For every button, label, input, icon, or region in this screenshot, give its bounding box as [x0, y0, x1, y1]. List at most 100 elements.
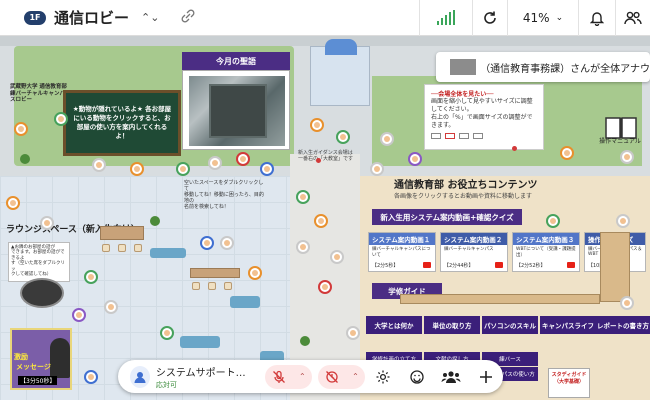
user-avatar[interactable]: [130, 162, 144, 176]
chair[interactable]: [192, 282, 200, 290]
camera-off-icon: [325, 370, 338, 383]
announcement-text: （通信教育事務課）さんが全体アナウ: [480, 63, 650, 75]
user-avatar[interactable]: [72, 308, 86, 322]
reaction-button[interactable]: [400, 360, 434, 393]
sofa[interactable]: [150, 248, 186, 258]
user-avatar[interactable]: [620, 150, 634, 164]
shelf: [600, 232, 630, 302]
user-avatar[interactable]: [260, 162, 274, 176]
mic-off-icon: [272, 370, 285, 383]
settings-button[interactable]: [365, 360, 399, 393]
school-building[interactable]: [310, 39, 370, 106]
group-button[interactable]: [434, 360, 468, 393]
manual-label: 操作マニュアル: [599, 138, 641, 145]
sofa[interactable]: [180, 336, 220, 348]
user-avatar[interactable]: [318, 280, 332, 294]
user-avatar[interactable]: [160, 326, 174, 340]
floor-badge[interactable]: 1F: [24, 10, 46, 25]
mic-toggle[interactable]: ⌃: [265, 364, 313, 389]
message-video-card[interactable]: 激励 メッセージ 【3分50秒】: [10, 328, 72, 390]
user-avatar[interactable]: [248, 266, 262, 280]
guide-card[interactable]: 単位の取り方: [424, 316, 480, 334]
table[interactable]: [100, 226, 144, 240]
user-name: システムサポート…: [155, 367, 246, 379]
room-title[interactable]: 通信ロビー: [54, 7, 129, 28]
table[interactable]: [190, 268, 240, 278]
user-avatar[interactable]: [296, 240, 310, 254]
chair[interactable]: [208, 282, 216, 290]
chevron-up-icon[interactable]: ⌃: [352, 372, 359, 381]
month-title: 今月の聖語: [182, 52, 290, 70]
virtual-map[interactable]: 武蔵野大学 通信教育部 練バーチャルキャンパスロビー ★動物が隠れているよ★ 各…: [0, 36, 650, 400]
user-avatar[interactable]: [84, 370, 98, 384]
user-avatar[interactable]: [236, 152, 250, 166]
room-switch-chevron-icon[interactable]: ⌃⌄: [141, 11, 159, 24]
chair[interactable]: [224, 282, 232, 290]
add-button[interactable]: [469, 360, 503, 393]
chair[interactable]: [102, 244, 110, 252]
user-avatar[interactable]: [14, 122, 28, 136]
user-avatar[interactable]: [370, 162, 384, 176]
manual-book-icon[interactable]: [604, 114, 644, 154]
user-avatar[interactable]: [310, 118, 324, 132]
monthly-quote-photo[interactable]: [182, 70, 290, 150]
youtube-icon: [495, 262, 503, 268]
connection-signal-icon[interactable]: [420, 0, 472, 36]
user-avatar[interactable]: [620, 296, 634, 310]
participants-button[interactable]: [616, 0, 650, 36]
chair[interactable]: [118, 244, 126, 252]
user-status: 応対可: [155, 380, 177, 389]
round-table[interactable]: [20, 278, 64, 308]
chevron-up-icon[interactable]: ⌃: [299, 372, 306, 381]
user-avatar[interactable]: [296, 190, 310, 204]
user-avatar[interactable]: [200, 236, 214, 250]
plant: [20, 154, 30, 164]
reload-button[interactable]: [473, 0, 507, 36]
video-card[interactable]: システム案内動画３ WBTについて（受講・課題提出） 【2分52秒】: [512, 232, 580, 272]
user-avatar[interactable]: [220, 236, 234, 250]
study-guide-card[interactable]: スタディガイド（大学基礎）: [548, 368, 590, 398]
user-avatar[interactable]: [330, 250, 344, 264]
plant: [150, 216, 160, 226]
smile-icon: [410, 369, 424, 384]
announcement-banner[interactable]: （通信教育事務課）さんが全体アナウ: [436, 52, 650, 82]
user-avatar[interactable]: [84, 270, 98, 284]
user-avatar[interactable]: [208, 156, 222, 170]
blackboard[interactable]: ★動物が隠れているよ★ 各お部屋にいる動物をクリックすると、お部屋の使い方を案内…: [63, 90, 181, 156]
video-card[interactable]: システム案内動画１ 練バーチャルキャンパスについて 【2分5秒】: [368, 232, 436, 272]
zoom-select[interactable]: 41% ⌄: [508, 0, 578, 36]
user-avatar[interactable]: [346, 326, 360, 340]
user-avatar[interactable]: [380, 132, 394, 146]
camera-toggle[interactable]: ⌃: [318, 364, 366, 389]
guide-card[interactable]: パソコンのスキル: [482, 316, 538, 334]
user-avatar[interactable]: [408, 152, 422, 166]
user-avatar[interactable]: [92, 158, 106, 172]
user-avatar[interactable]: [546, 214, 560, 228]
navigation-hint: 空いたスペースをダブルクリックして 移動してね！移動に困ったら、目的地の 名前を…: [184, 180, 264, 210]
video-card[interactable]: システム案内動画２ 練バーチャルキャンパス 【2分44秒】: [440, 232, 508, 272]
user-icon: [134, 371, 146, 383]
user-avatar[interactable]: [336, 130, 350, 144]
zoom-info-card[interactable]: ──会場全体を見たい── 画面を縮小して見やすいサイズに調整 してください。 右…: [424, 84, 544, 150]
link-icon[interactable]: [181, 8, 195, 27]
gear-icon: [376, 370, 390, 383]
user-avatar[interactable]: [560, 146, 574, 160]
chair[interactable]: [134, 244, 142, 252]
user-name-status[interactable]: システムサポート… 応対可: [156, 364, 257, 390]
guide-card[interactable]: 大学とは何か: [366, 316, 422, 334]
user-avatar[interactable]: [130, 365, 150, 388]
user-avatar[interactable]: [6, 196, 20, 210]
user-avatar[interactable]: [104, 300, 118, 314]
user-avatar[interactable]: [54, 112, 68, 126]
chevron-down-icon: ⌄: [555, 13, 564, 23]
user-avatar[interactable]: [40, 216, 54, 230]
guide-card[interactable]: レポートの書き方: [596, 316, 650, 334]
user-avatar[interactable]: [176, 162, 190, 176]
user-avatar[interactable]: [616, 214, 630, 228]
guide-card[interactable]: キャンパスライフ: [540, 316, 596, 334]
user-avatar[interactable]: [314, 214, 328, 228]
sofa[interactable]: [230, 296, 260, 308]
notification-dot: [512, 146, 517, 151]
notification-button[interactable]: [579, 0, 615, 36]
blackboard-text: ★動物が隠れているよ★ 各お部屋にいる動物をクリックすると、お部屋の使い方を案内…: [72, 105, 172, 140]
